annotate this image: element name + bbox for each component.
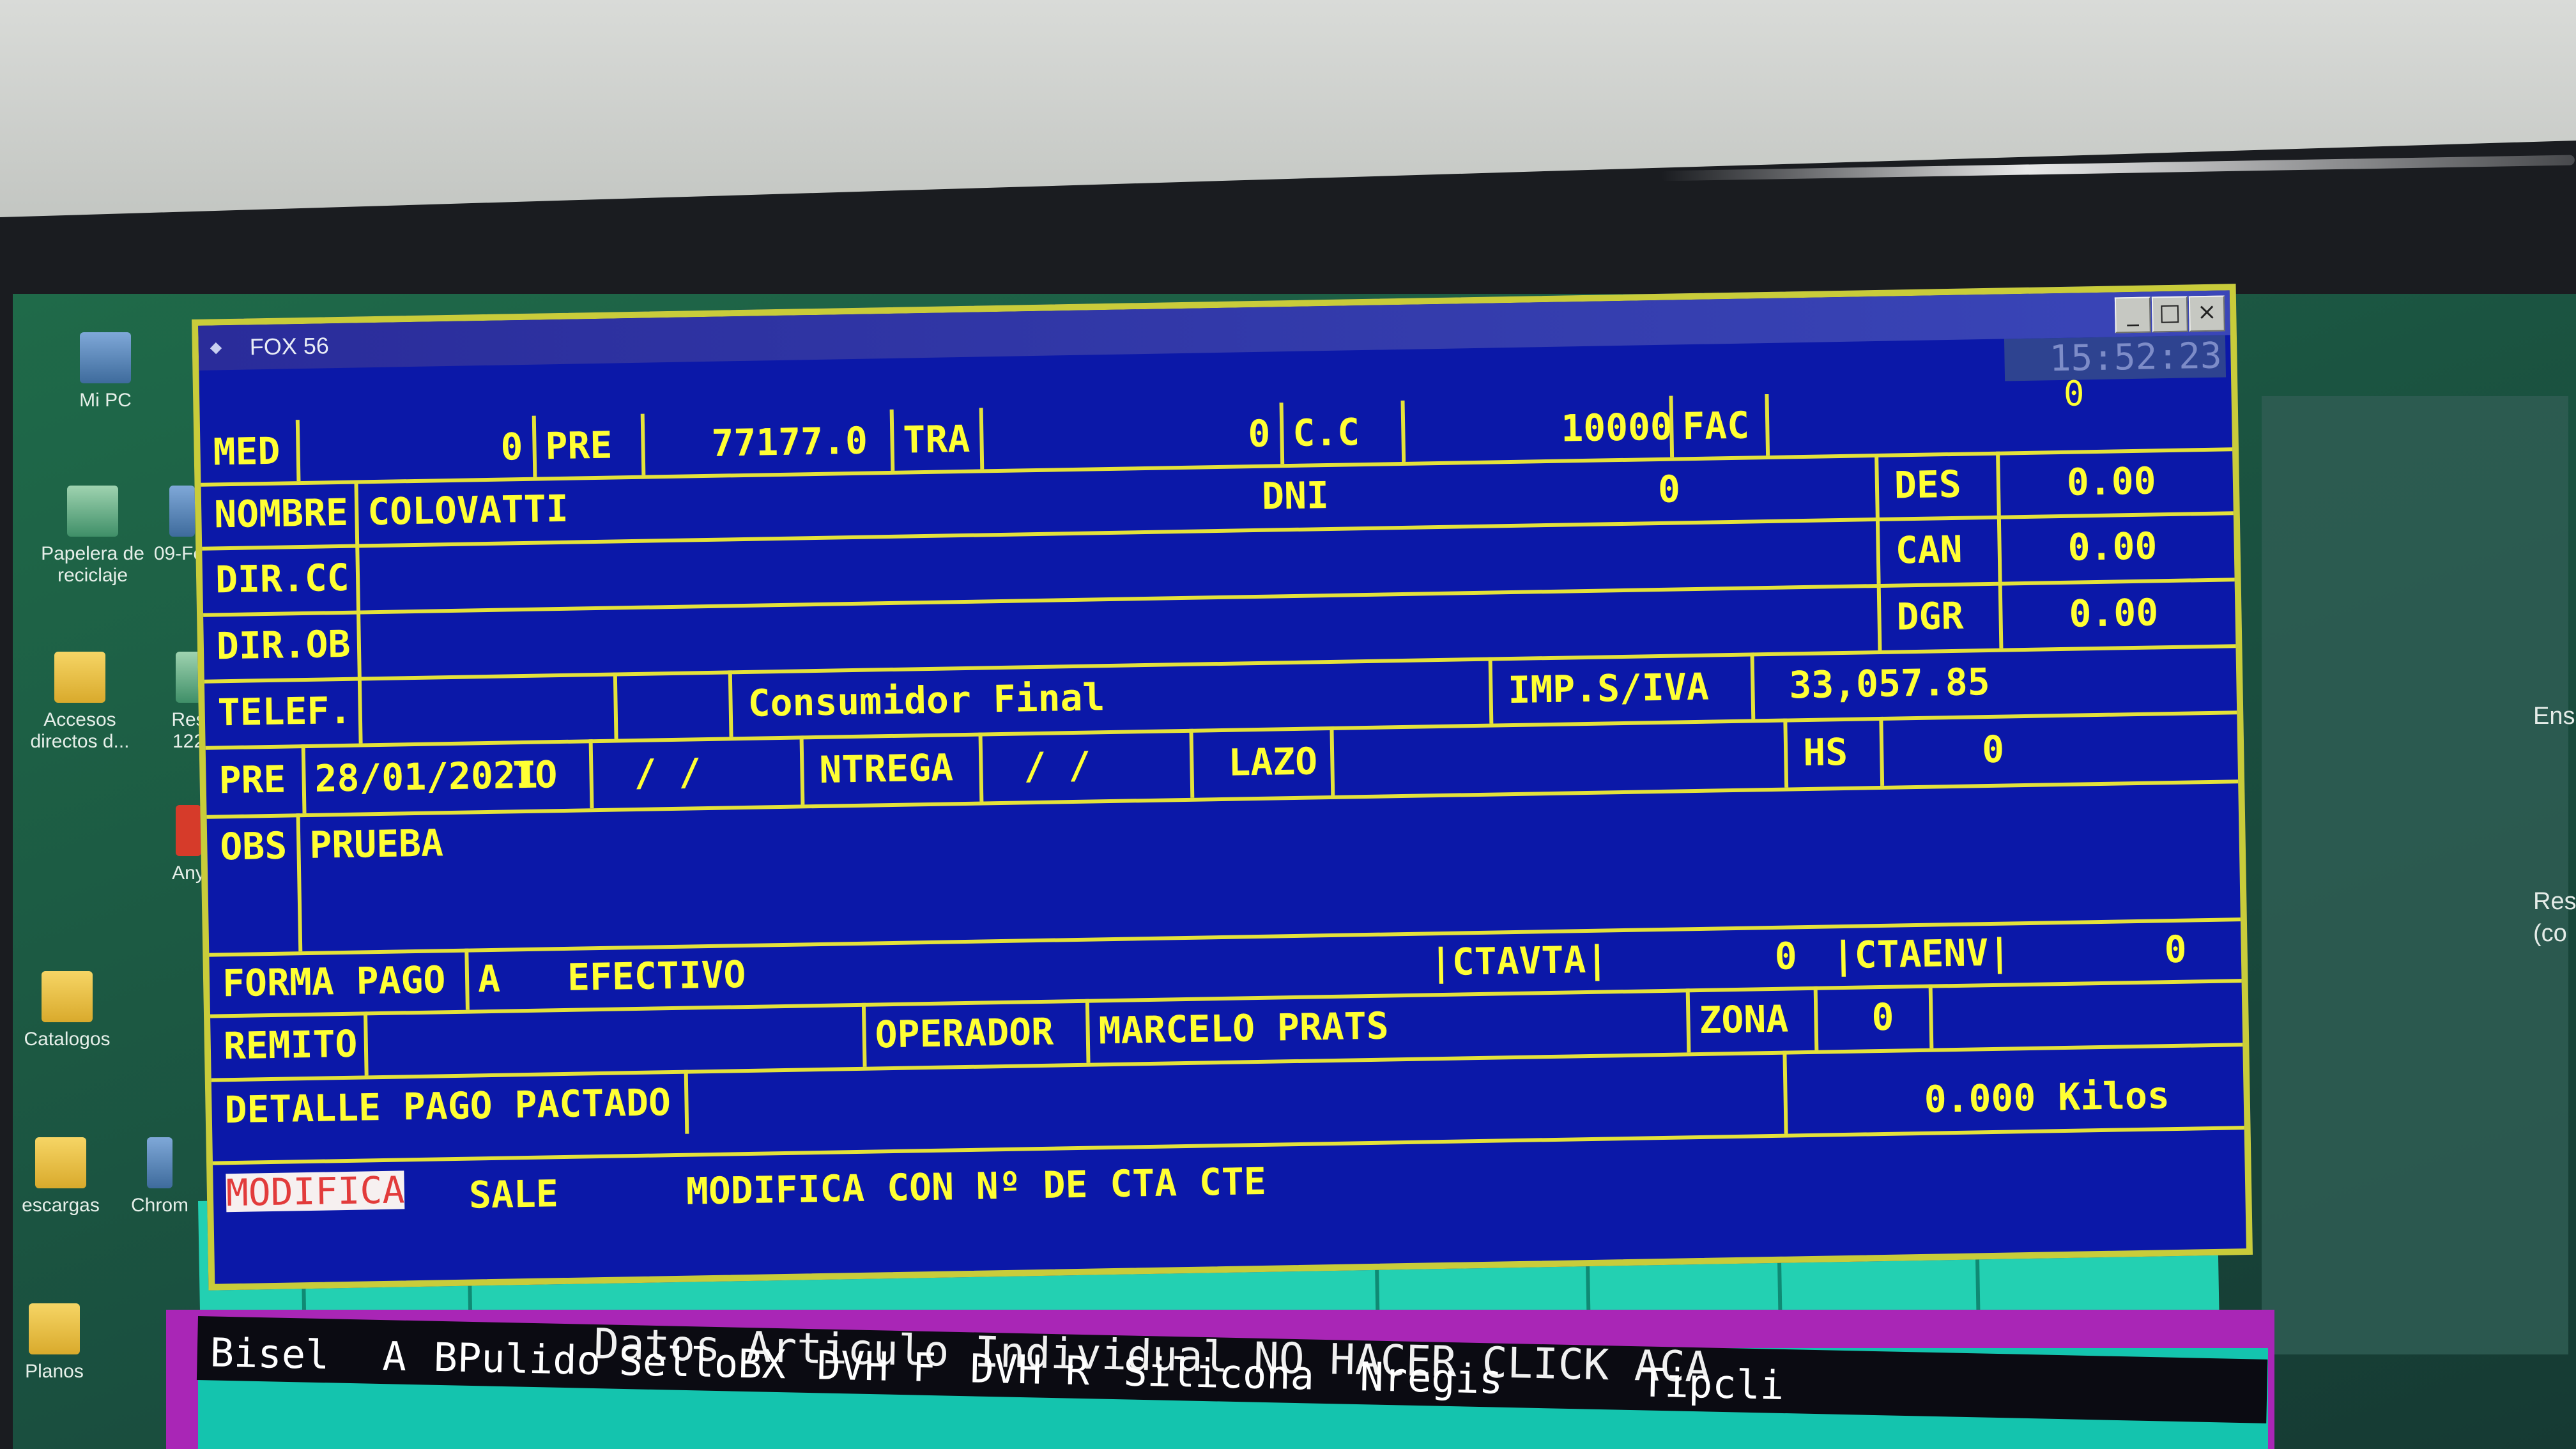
- desktop-icon-label: Chrom: [130, 1195, 188, 1216]
- desktop-icon-label: Papelera de reciclaje: [41, 543, 144, 586]
- imp-s-iva-label: IMP.S/IVA: [1507, 664, 1710, 712]
- grid-column-bisel[interactable]: Bisel: [210, 1329, 330, 1378]
- zona-value[interactable]: 0: [1871, 985, 1895, 1050]
- folder-icon: [42, 971, 93, 1022]
- operador-label: OPERADOR: [875, 1009, 1054, 1057]
- ctavta-value[interactable]: 0: [1774, 925, 1798, 987]
- background-text: (co: [2533, 920, 2567, 947]
- pre2-label: PRE: [218, 757, 286, 802]
- ctavta-label: |CTAVTA|: [1429, 937, 1609, 985]
- desktop-icon-mi-pc[interactable]: Mi PC: [51, 332, 160, 411]
- dgr-label: DGR: [1896, 594, 1964, 639]
- ntrega-label: NTREGA: [818, 746, 954, 792]
- desktop-icon-catalogos[interactable]: Catalogos: [13, 971, 121, 1050]
- fac-label: FAC: [1682, 403, 1750, 448]
- browser-icon: [147, 1137, 172, 1188]
- desktop-icon-label: Catalogos: [24, 1029, 111, 1050]
- clock-display: 15:52:23: [2004, 335, 2227, 381]
- maximize-button[interactable]: □: [2151, 296, 2188, 333]
- grid-column-sellobx[interactable]: SelloBX: [618, 1338, 786, 1388]
- computer-icon: [80, 332, 131, 383]
- folder-icon: [35, 1137, 86, 1188]
- close-button[interactable]: ×: [2188, 295, 2225, 332]
- folder-icon: [54, 652, 105, 703]
- can-label: CAN: [1895, 527, 1963, 572]
- obs-label: OBS: [219, 824, 288, 869]
- pre-label: PRE: [544, 423, 613, 468]
- ntrega-value[interactable]: / /: [1023, 731, 1091, 801]
- nombre-value[interactable]: COLOVATTI: [367, 477, 569, 544]
- sale-button[interactable]: SALE: [468, 1155, 559, 1233]
- minimize-button[interactable]: _: [2114, 296, 2151, 334]
- grid-column-tipcli[interactable]: Tipcli: [1641, 1359, 1784, 1409]
- modifica-button[interactable]: MODIFICA: [226, 1168, 405, 1215]
- to-value[interactable]: / /: [634, 737, 702, 808]
- forma-pago-value[interactable]: EFECTIVO: [567, 944, 746, 1008]
- desktop-icon-recycle-bin[interactable]: Papelera de reciclaje: [38, 486, 147, 586]
- desktop-icon-accesos[interactable]: Accesos directos d...: [26, 652, 134, 753]
- remito-label: REMITO: [223, 1022, 358, 1068]
- dni-label: DNI: [1261, 473, 1330, 518]
- dni-value[interactable]: 0: [1657, 457, 1681, 521]
- desktop-icon-label: escargas: [22, 1195, 100, 1216]
- cc-value[interactable]: 10000: [1560, 396, 1673, 459]
- file-icon: [169, 486, 195, 537]
- grid-column-bpulido[interactable]: BPulido: [433, 1334, 601, 1384]
- imp-s-iva-value[interactable]: 33,057.85: [1788, 648, 1990, 718]
- pre2-date[interactable]: 28/01/2021: [314, 740, 539, 813]
- desktop-icon-label: Mi PC: [79, 390, 132, 411]
- cc-label: C.C: [1292, 410, 1360, 455]
- hs-label: HS: [1802, 730, 1848, 775]
- desktop-icon-label: Any: [172, 862, 205, 884]
- background-window: [2262, 396, 2568, 1354]
- forma-pago-code[interactable]: A: [477, 948, 501, 1010]
- desktop-icon-label: Accesos directos d...: [30, 709, 130, 752]
- lazo-label: LAZO: [1227, 739, 1318, 785]
- med-label: MED: [213, 429, 280, 474]
- background-text: Ens: [2533, 703, 2575, 730]
- detalle-pago-label: DETALLE PAGO PACTADO: [224, 1080, 671, 1132]
- dgr-value[interactable]: 0.00: [2069, 579, 2159, 647]
- article-grid[interactable]: Datos Articulo Individual NO HACER CLICK…: [166, 1310, 2274, 1449]
- consumidor-final[interactable]: Consumidor Final: [747, 664, 1105, 737]
- background-text: Res: [2533, 888, 2576, 915]
- grid-column-silicona[interactable]: Silicona: [1123, 1348, 1315, 1399]
- nombre-label: NOMBRE: [213, 490, 349, 537]
- fox-window: ◆ FOX 56 _ □ × 15:52:23 0 MED 0 PRE 7717…: [192, 284, 2253, 1291]
- ctaenv-label: |CTAENV|: [1832, 930, 2011, 977]
- dir-cc-label: DIR.CC: [215, 555, 350, 602]
- to-label: TO: [512, 753, 558, 797]
- hs-value[interactable]: 0: [1981, 715, 2005, 785]
- ctaenv-value[interactable]: 0: [2164, 919, 2188, 981]
- status-message: MODIFICA CON Nº DE CTA CTE: [686, 1159, 1267, 1213]
- window-title: FOX 56: [249, 332, 330, 360]
- folder-icon: [29, 1303, 80, 1354]
- med-value[interactable]: 0: [500, 416, 524, 478]
- can-value[interactable]: 0.00: [2067, 512, 2158, 580]
- grid-column-dvh-r[interactable]: DVH R: [970, 1345, 1090, 1394]
- tra-label: TRA: [902, 417, 970, 462]
- tra-value[interactable]: 0: [1248, 403, 1271, 465]
- desktop-icon-label: Planos: [25, 1361, 84, 1382]
- desktop-icon-chrome[interactable]: Chrom: [128, 1137, 192, 1216]
- grid-column-nregis[interactable]: Nregis: [1360, 1353, 1503, 1403]
- des-value[interactable]: 0.00: [2066, 448, 2156, 514]
- zona-label: ZONA: [1698, 997, 1789, 1042]
- des-label: DES: [1894, 462, 1962, 507]
- operador-value[interactable]: MARCELO PRATS: [1098, 993, 1390, 1062]
- desktop-icon-descargas[interactable]: escargas: [6, 1137, 115, 1216]
- dir-ob-label: DIR.OB: [216, 622, 351, 668]
- telef-label: TELEF.: [217, 688, 352, 735]
- grid-column-a[interactable]: A: [382, 1333, 407, 1380]
- window-system-icon[interactable]: ◆: [210, 325, 222, 370]
- recycle-bin-icon: [67, 486, 118, 537]
- grid-column-dvh-f[interactable]: DVH F: [816, 1342, 937, 1391]
- pre-value[interactable]: 77177.0: [711, 410, 868, 474]
- forma-pago-label: FORMA PAGO: [222, 958, 446, 1006]
- desktop-icon-planos[interactable]: Planos: [0, 1303, 109, 1383]
- obs-value[interactable]: PRUEBA: [309, 811, 445, 951]
- app-icon: [176, 805, 201, 856]
